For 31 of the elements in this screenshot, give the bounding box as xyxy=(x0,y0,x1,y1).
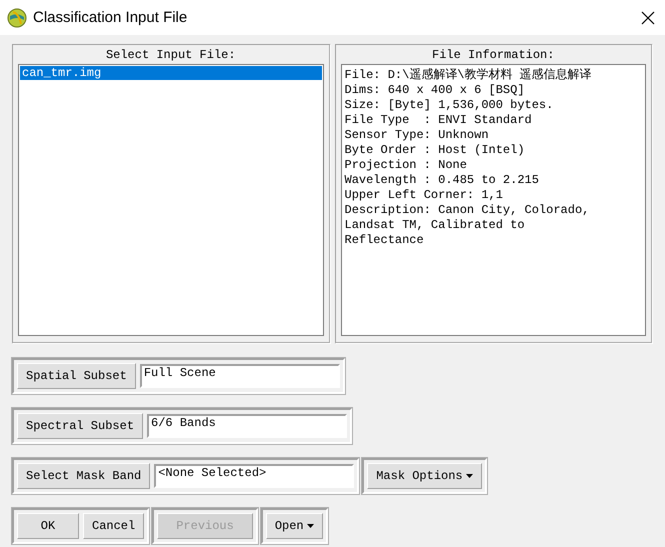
caret-icon xyxy=(466,474,473,478)
info-line: Byte Order : Host (Intel) xyxy=(344,143,526,158)
dialog-button[interactable]: Cancel xyxy=(83,513,144,539)
subset-button[interactable]: Spectral Subset xyxy=(17,413,144,439)
info-line: File: D:\遥感解译\教学材料 遥感信息解译 xyxy=(344,68,593,83)
subset-field[interactable]: 6/6 Bands xyxy=(147,414,348,438)
file-list-item[interactable]: can_tmr.img xyxy=(20,66,322,80)
subset-button[interactable]: Select Mask Band xyxy=(17,463,150,489)
info-line: Upper Left Corner: 1,1 xyxy=(344,188,504,203)
info-line: Description: Canon City, Colorado, xyxy=(344,203,590,218)
menu-button[interactable]: Mask Options xyxy=(367,463,482,489)
info-line: Size: [Byte] 1,536,000 bytes. xyxy=(344,98,554,113)
dialog-button[interactable]: OK xyxy=(17,513,79,539)
info-line: Dims: 640 x 400 x 6 [BSQ] xyxy=(344,83,526,98)
info-line: Sensor Type: Unknown xyxy=(344,128,490,143)
subset-field[interactable]: <None Selected> xyxy=(154,464,354,488)
subset-field[interactable]: Full Scene xyxy=(140,364,340,388)
info-line: Reflectance xyxy=(344,233,425,248)
caret-icon xyxy=(306,524,314,528)
menu-button[interactable]: Open xyxy=(266,513,323,539)
info-line: Projection : None xyxy=(344,158,468,173)
info-line: Landsat TM, Calibrated to xyxy=(344,218,526,233)
file-list[interactable]: can_tmr.img xyxy=(18,64,324,336)
close-icon[interactable] xyxy=(641,10,655,24)
subset-button[interactable]: Spatial Subset xyxy=(17,363,136,389)
window-title: Classification Input File xyxy=(33,9,188,26)
info-line: Wavelength : 0.485 to 2.215 xyxy=(344,173,540,188)
info-line: File Type : ENVI Standard xyxy=(344,113,533,128)
globe-icon xyxy=(7,8,27,28)
panel-heading: File Information: xyxy=(431,47,556,64)
panel-heading: Select Input File: xyxy=(104,47,237,64)
